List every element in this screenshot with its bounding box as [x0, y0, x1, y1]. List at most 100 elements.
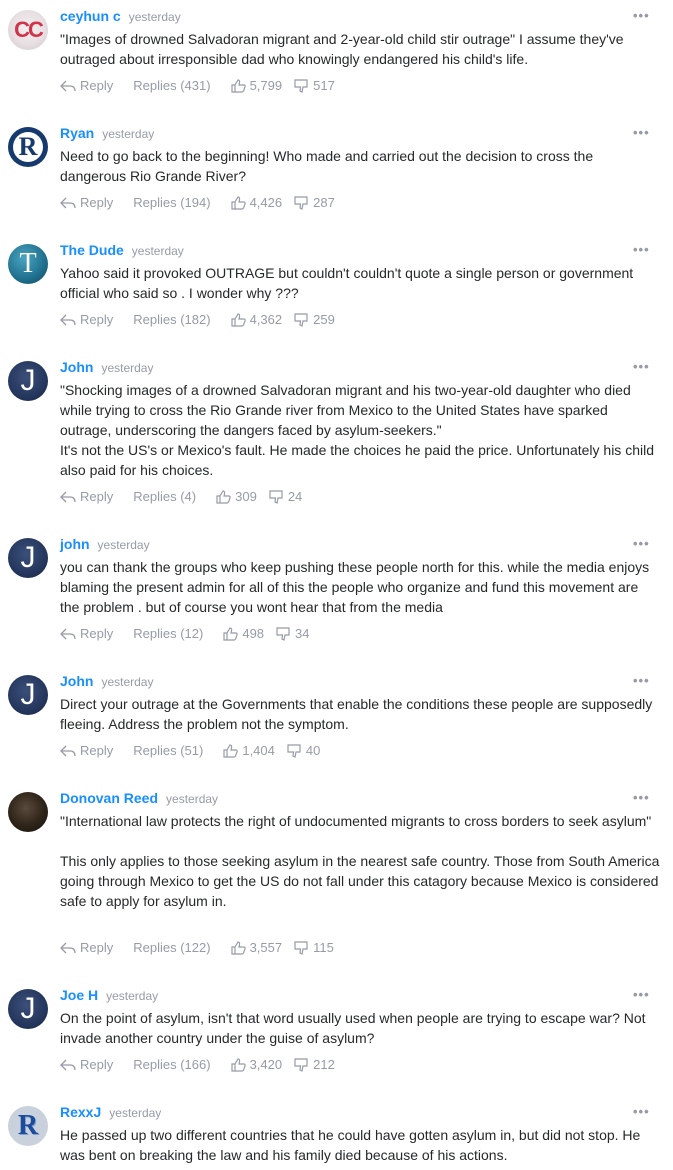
avatar[interactable]: CC: [8, 10, 48, 50]
more-options-icon[interactable]: •••: [633, 790, 650, 805]
like-button[interactable]: 498: [223, 626, 264, 641]
author-name[interactable]: Joe H: [60, 987, 98, 1003]
comment-body: On the point of asylum, isn't that word …: [60, 1008, 660, 1048]
replies-count: Replies (431): [133, 78, 211, 93]
replies-count: Replies (194): [133, 195, 211, 210]
replies-button[interactable]: Replies (12): [133, 626, 203, 641]
dislike-button[interactable]: 24: [269, 489, 302, 504]
reply-arrow-icon: [60, 628, 76, 639]
author-name[interactable]: Ryan: [60, 125, 94, 141]
comment-text: you can thank the groups who keep pushin…: [60, 559, 650, 615]
replies-count: Replies (51): [133, 743, 204, 758]
thumbs-down-icon: [294, 312, 308, 327]
like-button[interactable]: 3,557: [230, 940, 282, 955]
dislike-count: 287: [313, 195, 335, 210]
avatar[interactable]: T: [8, 244, 48, 284]
comment-text: "International law protects the right of…: [60, 813, 652, 829]
reply-label: Reply: [80, 78, 114, 93]
thumbs-down-icon: [287, 743, 301, 758]
author-name[interactable]: The Dude: [60, 242, 124, 258]
more-options-icon[interactable]: •••: [633, 125, 650, 140]
avatar[interactable]: J: [8, 538, 48, 578]
replies-button[interactable]: Replies (194): [133, 195, 210, 210]
comment-text: It's not the US's or Mexico's fault. He …: [60, 442, 654, 478]
avatar[interactable]: J: [8, 675, 48, 715]
comment: J John yesterday ••• "Shocking images of…: [0, 351, 673, 528]
dislike-button[interactable]: 517: [294, 78, 335, 93]
more-options-icon[interactable]: •••: [633, 673, 650, 688]
replies-button[interactable]: Replies (182): [133, 312, 210, 327]
reply-button[interactable]: Reply: [60, 940, 113, 955]
thumbs-down-icon: [294, 78, 308, 93]
reply-button[interactable]: Reply: [60, 1057, 113, 1072]
replies-count: Replies (4): [133, 489, 197, 504]
author-name[interactable]: ceyhun c: [60, 8, 121, 24]
dislike-button[interactable]: 34: [276, 626, 310, 641]
replies-button[interactable]: Replies (122): [133, 940, 210, 955]
dislike-button[interactable]: 40: [287, 743, 320, 758]
like-button[interactable]: 4,426: [230, 195, 282, 210]
more-options-icon[interactable]: •••: [633, 359, 650, 374]
more-options-icon[interactable]: •••: [633, 987, 650, 1002]
dislike-button[interactable]: 212: [294, 1057, 335, 1072]
reply-label: Reply: [80, 743, 114, 758]
thumbs-up-icon: [230, 78, 246, 93]
more-options-icon[interactable]: •••: [633, 8, 650, 23]
more-options-icon[interactable]: •••: [633, 536, 650, 551]
reply-arrow-icon: [60, 197, 76, 208]
reply-label: Reply: [80, 195, 114, 210]
author-name[interactable]: john: [60, 536, 90, 552]
like-button[interactable]: 4,362: [230, 312, 282, 327]
comment: Donovan Reed yesterday ••• "Internationa…: [0, 782, 673, 979]
reply-arrow-icon: [60, 491, 76, 502]
comment-actions: Reply Replies (12) 498 34: [60, 626, 322, 641]
like-button[interactable]: 1,404: [223, 743, 275, 758]
like-button[interactable]: 309: [216, 489, 257, 504]
avatar[interactable]: R: [8, 127, 48, 167]
comment-text: On the point of asylum, isn't that word …: [60, 1010, 646, 1046]
comment-body: He passed up two different countries tha…: [60, 1125, 660, 1165]
reply-button[interactable]: Reply: [60, 489, 113, 504]
reply-arrow-icon: [60, 80, 76, 91]
replies-button[interactable]: Replies (431): [133, 78, 210, 93]
comment-text: "Shocking images of a drowned Salvadoran…: [60, 382, 631, 438]
reply-button[interactable]: Reply: [60, 626, 113, 641]
replies-button[interactable]: Replies (4): [133, 489, 196, 504]
comment-actions: Reply Replies (51) 1,404 40: [60, 743, 332, 758]
reply-button[interactable]: Reply: [60, 78, 113, 93]
reply-button[interactable]: Reply: [60, 195, 113, 210]
comment-body: "Shocking images of a drowned Salvadoran…: [60, 380, 660, 480]
timestamp: yesterday: [101, 361, 154, 375]
thumbs-up-icon: [223, 743, 239, 758]
author-name[interactable]: John: [60, 673, 93, 689]
like-button[interactable]: 3,420: [230, 1057, 282, 1072]
author-name[interactable]: RexxJ: [60, 1104, 101, 1120]
author-name[interactable]: John: [60, 359, 93, 375]
thumbs-up-icon: [230, 1057, 246, 1072]
reply-label: Reply: [80, 1057, 114, 1072]
avatar[interactable]: [8, 792, 48, 832]
author-name[interactable]: Donovan Reed: [60, 790, 158, 806]
avatar[interactable]: J: [8, 989, 48, 1029]
timestamp: yesterday: [131, 244, 184, 258]
reply-button[interactable]: Reply: [60, 743, 113, 758]
dislike-button[interactable]: 115: [294, 940, 334, 955]
timestamp: yesterday: [97, 538, 150, 552]
dislike-count: 115: [313, 940, 334, 955]
more-options-icon[interactable]: •••: [633, 242, 650, 257]
avatar[interactable]: R: [8, 1106, 48, 1146]
reply-button[interactable]: Reply: [60, 312, 113, 327]
thumbs-up-icon: [223, 626, 239, 641]
thumbs-up-icon: [230, 312, 246, 327]
replies-button[interactable]: Replies (166): [133, 1057, 210, 1072]
more-options-icon[interactable]: •••: [633, 1104, 650, 1119]
replies-button[interactable]: Replies (51): [133, 743, 203, 758]
like-button[interactable]: 5,799: [230, 78, 282, 93]
comment-actions: Reply Replies (122) 3,557 115: [60, 940, 346, 955]
thumbs-up-icon: [230, 195, 246, 210]
dislike-button[interactable]: 287: [294, 195, 335, 210]
dislike-button[interactable]: 259: [294, 312, 335, 327]
thumbs-down-icon: [294, 940, 308, 955]
avatar[interactable]: J: [8, 361, 48, 401]
comment-body: "Images of drowned Salvadoran migrant an…: [60, 29, 660, 69]
